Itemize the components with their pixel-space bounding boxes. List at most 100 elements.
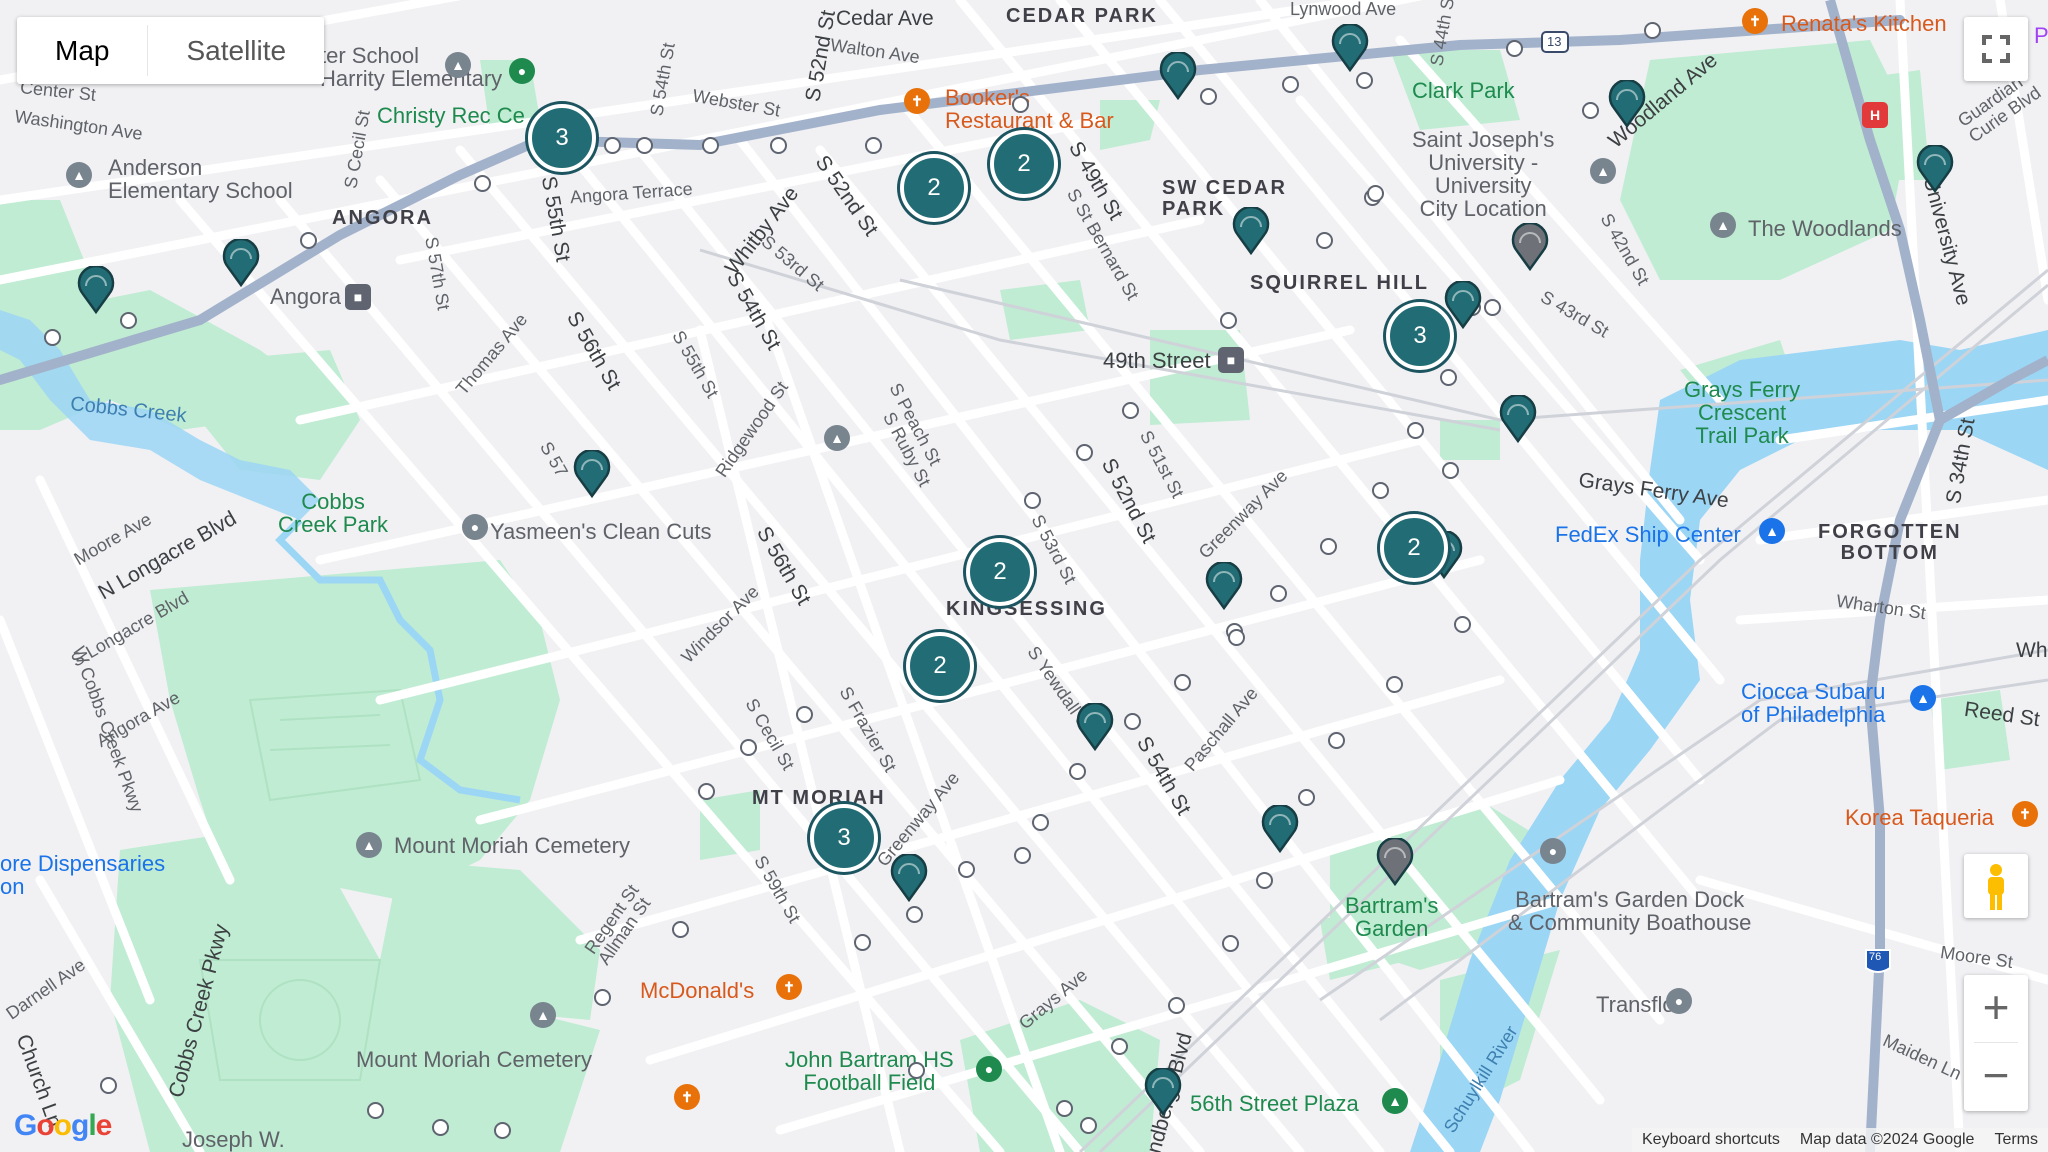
bus-stop-icon[interactable] [1056,1100,1073,1117]
cemetery-icon[interactable]: ▲ [530,1002,556,1028]
cluster-marker[interactable]: 3 [528,104,596,172]
cluster-marker[interactable]: 2 [966,538,1034,606]
poi-label-49th-station[interactable]: 49th Street [1103,349,1211,372]
poi-label-saint-joseph[interactable]: Saint Joseph's University - University C… [1412,128,1554,220]
zoom-out-button[interactable]: − [1964,1043,2028,1110]
bus-stop-icon[interactable] [672,921,689,938]
location-pin-icon[interactable] [1205,560,1243,611]
bus-stop-icon[interactable] [1356,72,1373,89]
bus-stop-icon[interactable] [796,706,813,723]
park-tree-icon[interactable]: ▲ [1710,212,1736,238]
bus-stop-icon[interactable] [1200,88,1217,105]
bus-stop-icon[interactable] [432,1119,449,1136]
bus-stop-icon[interactable] [1076,444,1093,461]
cluster-marker[interactable]: 2 [990,130,1058,198]
bus-stop-icon[interactable] [1484,299,1501,316]
bus-stop-icon[interactable] [300,232,317,249]
bus-stop-icon[interactable] [854,934,871,951]
bus-stop-icon[interactable] [698,783,715,800]
poi-label-mcdonalds[interactable]: McDonald's [640,979,754,1002]
bus-stop-icon[interactable] [1032,814,1049,831]
poi-label-mount-moriah-2[interactable]: Mount Moriah Cemetery [356,1048,592,1071]
google-logo[interactable]: Google [14,1110,112,1142]
shopping-icon[interactable]: ▲ [1759,518,1785,544]
location-pin-icon[interactable] [1499,393,1537,444]
poi-label-renata[interactable]: Renata's Kitchen [1781,12,1947,35]
place-icon[interactable]: ● [1540,838,1566,864]
bus-stop-icon[interactable] [1298,789,1315,806]
park-tree-icon[interactable]: ▲ [1382,1088,1408,1114]
fullscreen-button[interactable] [1964,17,2028,81]
poi-label-transflo[interactable]: Transflo [1596,993,1675,1016]
bus-stop-icon[interactable] [740,739,757,756]
map-type-satellite-button[interactable]: Satellite [148,17,324,84]
bus-stop-icon[interactable] [1372,482,1389,499]
location-pin-icon[interactable] [222,237,260,288]
location-pin-icon[interactable] [1144,1066,1182,1117]
bus-stop-icon[interactable] [1442,462,1459,479]
poi-label-angora-station[interactable]: Angora [270,285,341,308]
location-pin-icon[interactable] [1916,143,1954,194]
restaurant-icon[interactable]: ✝ [776,974,802,1000]
bus-stop-icon[interactable] [908,1062,925,1079]
bus-stop-icon[interactable] [1080,1117,1097,1134]
bus-stop-icon[interactable] [594,989,611,1006]
terms-link[interactable]: Terms [1984,1128,2048,1152]
bus-stop-icon[interactable] [702,137,719,154]
bus-stop-icon[interactable] [1024,492,1041,509]
cluster-marker[interactable]: 2 [906,632,974,700]
location-pin-icon[interactable] [77,264,115,315]
bus-stop-icon[interactable] [1506,40,1523,57]
hospital-icon[interactable]: H [1862,102,1888,128]
location-pin-icon[interactable] [890,852,928,903]
keyboard-shortcuts-link[interactable]: Keyboard shortcuts [1632,1128,1790,1152]
bus-stop-icon[interactable] [1440,369,1457,386]
cluster-marker[interactable]: 3 [1386,302,1454,370]
zoom-in-button[interactable]: + [1964,975,2028,1042]
school-icon[interactable]: ▲ [1590,158,1616,184]
bus-stop-icon[interactable] [1454,616,1471,633]
bus-stop-icon[interactable] [1407,422,1424,439]
bus-stop-icon[interactable] [1014,847,1031,864]
location-pin-icon[interactable] [573,448,611,499]
bus-stop-icon[interactable] [1367,185,1384,202]
bus-stop-icon[interactable] [1256,872,1273,889]
location-pin-icon[interactable] [1331,22,1369,73]
bus-stop-icon[interactable] [1012,96,1029,113]
poi-label-dispensaries[interactable]: ore Dispensaries on [0,852,165,898]
location-pin-icon[interactable] [1076,701,1114,752]
train-station-icon[interactable]: ■ [1218,347,1244,373]
bus-stop-icon[interactable] [1386,676,1403,693]
bus-stop-icon[interactable] [1069,763,1086,780]
poi-label-ciocca[interactable]: Ciocca Subaru of Philadelphia [1741,680,1885,726]
poi-label-mount-moriah-1[interactable]: Mount Moriah Cemetery [394,834,630,857]
bus-stop-icon[interactable] [1228,629,1245,646]
school-icon[interactable]: ▲ [824,425,850,451]
bus-stop-icon[interactable] [100,1077,117,1094]
bus-stop-icon[interactable] [636,137,653,154]
poi-label-fedex[interactable]: FedEx Ship Center [1555,523,1741,546]
place-icon[interactable]: ● [1666,988,1692,1014]
poi-label-anderson[interactable]: Anderson Elementary School [108,156,293,202]
train-station-icon[interactable]: ■ [345,284,371,310]
map-canvas[interactable]: CEDAR PARK ANGORA SW CEDAR PARK SQUIRREL… [0,0,2048,1152]
bus-stop-icon[interactable] [1111,1038,1128,1055]
school-icon[interactable]: ▲ [66,162,92,188]
bus-stop-icon[interactable] [1328,732,1345,749]
bus-stop-icon[interactable] [1168,997,1185,1014]
bus-stop-icon[interactable] [906,906,923,923]
bus-stop-icon[interactable] [1220,312,1237,329]
poi-label-booker[interactable]: Booker's Restaurant & Bar [945,86,1114,132]
restaurant-icon[interactable]: ✝ [2012,801,2038,827]
location-pin-icon[interactable] [1159,50,1197,101]
cluster-marker[interactable]: 2 [1380,514,1448,582]
bus-stop-icon[interactable] [367,1102,384,1119]
bus-stop-icon[interactable] [1122,402,1139,419]
bus-stop-icon[interactable] [770,137,787,154]
location-pin-gray-icon[interactable] [1511,221,1549,272]
poi-label-yasmeen[interactable]: Yasmeen's Clean Cuts [490,520,711,543]
bus-stop-icon[interactable] [1124,713,1141,730]
place-icon[interactable]: ● [462,514,488,540]
restaurant-icon[interactable]: ✝ [904,88,930,114]
restaurant-icon[interactable]: ✝ [1742,8,1768,34]
